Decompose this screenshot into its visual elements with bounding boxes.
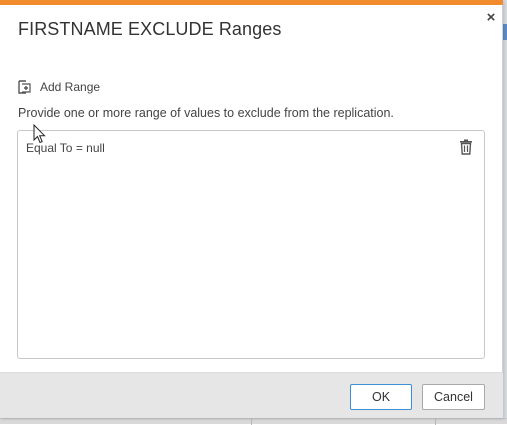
trash-icon[interactable] <box>459 139 473 155</box>
dialog-title: FIRSTNAME EXCLUDE Ranges <box>18 19 282 39</box>
add-range-icon <box>18 80 31 94</box>
background-separator <box>251 419 252 425</box>
range-list: Equal To = null <box>17 130 485 359</box>
add-range-label: Add Range <box>40 80 101 94</box>
close-icon[interactable]: × <box>484 10 498 26</box>
cancel-button[interactable]: Cancel <box>422 384 485 410</box>
background-right-strip <box>503 0 507 424</box>
dialog-description: Provide one or more range of values to e… <box>18 106 394 120</box>
background-separator <box>435 419 436 425</box>
add-range-button[interactable]: Add Range <box>18 78 100 96</box>
ok-button[interactable]: OK <box>350 384 412 410</box>
background-bottom-strip <box>0 418 507 425</box>
range-item-text: Equal To = null <box>26 141 105 155</box>
exclude-ranges-dialog: FIRSTNAME EXCLUDE Ranges × Add Range Pro… <box>0 0 503 418</box>
dialog-accent-bar <box>0 0 503 5</box>
dialog-footer: OK Cancel <box>0 372 503 418</box>
background-blue-marker <box>503 24 507 40</box>
